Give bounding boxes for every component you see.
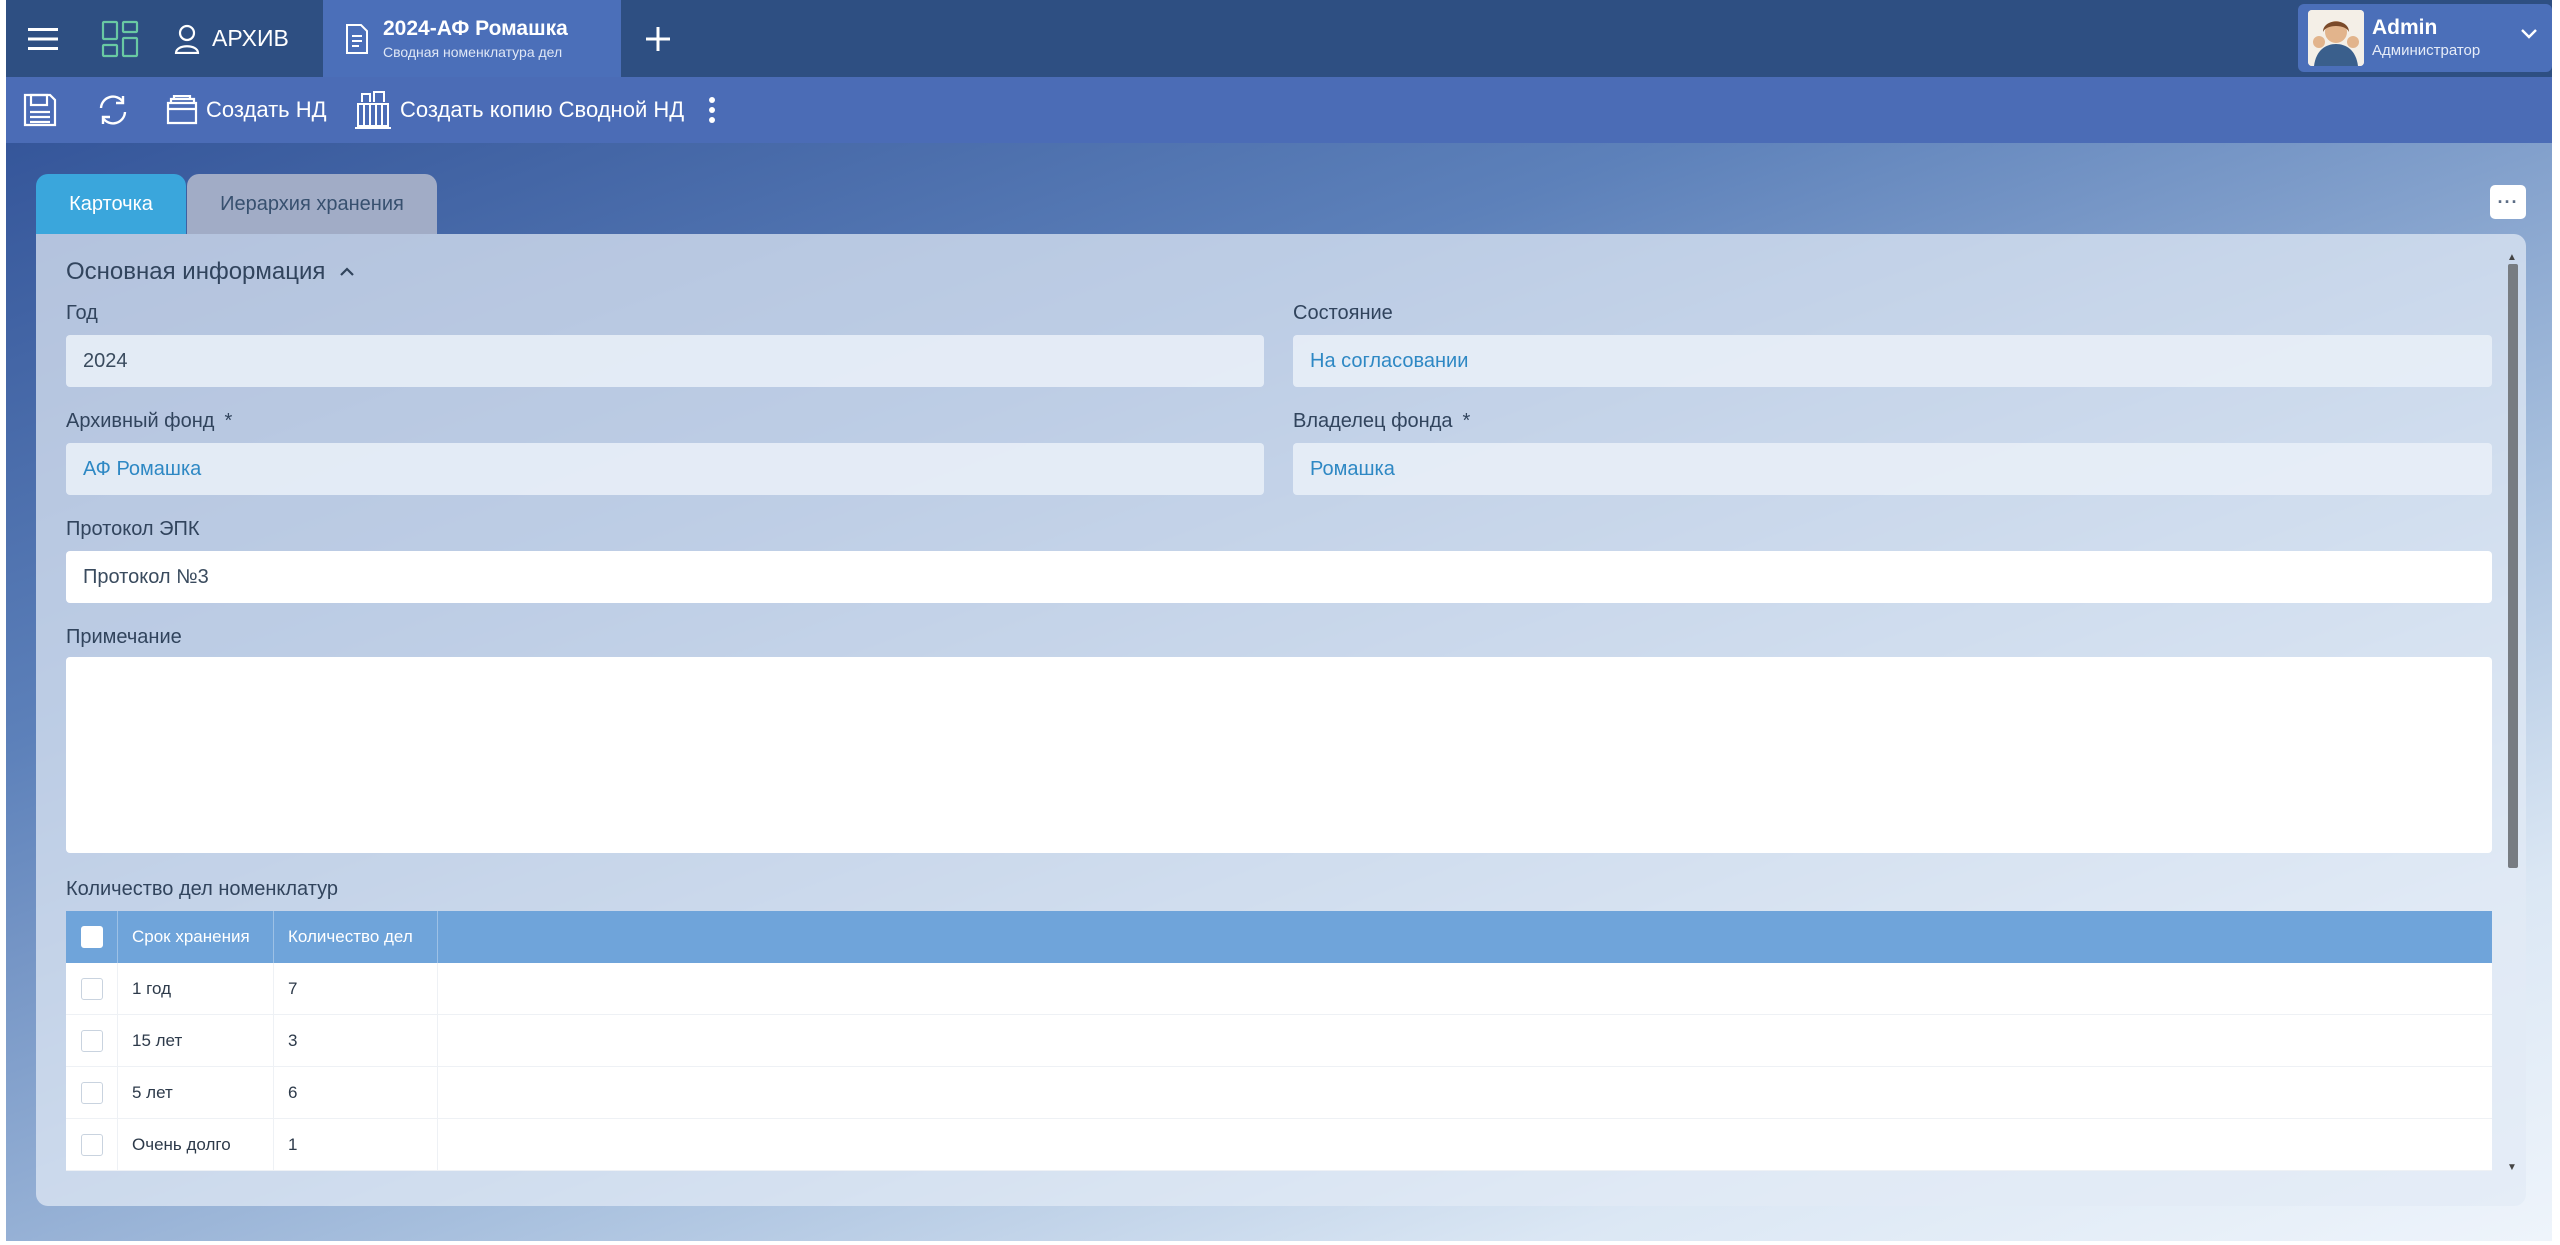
protocol-field[interactable]: Протокол №3 [66, 551, 2492, 603]
required-mark: * [224, 410, 233, 432]
user-name: Admin [2372, 16, 2438, 39]
row-checkbox[interactable] [80, 1133, 103, 1156]
select-all-cell [66, 911, 118, 963]
menu-icon[interactable] [22, 0, 64, 77]
owner-label-wrap: Владелец фонда * [1293, 410, 1470, 433]
note-textarea[interactable] [66, 657, 2492, 853]
archive-button[interactable]: АРХИВ [174, 0, 289, 77]
refresh-button[interactable] [96, 77, 130, 143]
scrollbar-thumb[interactable] [2508, 264, 2518, 868]
user-role: Администратор [2372, 42, 2481, 59]
row-select-cell [66, 963, 118, 1014]
cell-period: 15 лет [118, 1015, 274, 1066]
table-row[interactable]: 15 лет 3 [66, 1015, 2492, 1067]
year-field[interactable]: 2024 [66, 335, 1264, 387]
avatar [2308, 10, 2364, 66]
row-checkbox[interactable] [80, 1081, 103, 1104]
dashboard-icon[interactable] [94, 0, 146, 77]
document-tab-subtitle: Сводная номенклатура дел [383, 43, 563, 60]
save-icon [23, 93, 57, 127]
card-panel: Основная информация Год 2024 Состояние Н… [36, 234, 2526, 1206]
cell-period: 5 лет [118, 1067, 274, 1118]
state-label: Состояние [1293, 302, 1393, 324]
add-tab-icon[interactable] [634, 0, 682, 77]
column-header-period[interactable]: Срок хранения [118, 911, 274, 963]
owner-field[interactable]: Ромашка [1293, 443, 2492, 495]
table-row[interactable]: 5 лет 6 [66, 1067, 2492, 1119]
fund-label: Архивный фонд [66, 410, 215, 432]
required-mark: * [1462, 410, 1471, 432]
main-area: Карточка Иерархия хранения ··· Основная … [6, 143, 2552, 1241]
cell-period: Очень долго [118, 1119, 274, 1170]
save-button[interactable] [22, 77, 58, 143]
chevron-up-icon [340, 267, 355, 276]
scroll-down-arrow[interactable]: ▼ [2507, 1162, 2517, 1173]
row-checkbox[interactable] [80, 977, 103, 1000]
cell-count: 3 [274, 1015, 438, 1066]
user-menu[interactable]: Admin Администратор [2298, 4, 2552, 72]
document-icon [346, 23, 368, 54]
state-field[interactable]: На согласовании [1293, 335, 2492, 387]
column-header-count[interactable]: Количество дел [274, 911, 438, 963]
tab-card[interactable]: Карточка [36, 174, 186, 234]
protocol-label: Протокол ЭПК [66, 518, 200, 540]
refresh-icon [99, 95, 127, 125]
archive-label: АРХИВ [212, 25, 289, 51]
top-bar: АРХИВ 2024-АФ Ромашка Сводная номенклату… [0, 0, 2560, 77]
row-select-cell [66, 1119, 118, 1170]
fund-label-wrap: Архивный фонд * [66, 410, 232, 433]
year-label: Год [66, 302, 98, 324]
select-all-checkbox[interactable] [80, 926, 103, 948]
row-checkbox[interactable] [80, 1029, 103, 1052]
create-nd-button[interactable]: Создать НД [166, 77, 327, 143]
create-copy-button[interactable]: Создать копию Сводной НД [354, 77, 684, 143]
cell-period: 1 год [118, 963, 274, 1014]
panel-options-button[interactable]: ··· [2490, 185, 2526, 219]
nomenclature-table: Срок хранения Количество дел 1 год 7 15 … [66, 911, 2492, 1171]
table-header: Срок хранения Количество дел [66, 911, 2492, 963]
copy-archive-icon [355, 91, 391, 129]
cell-count: 6 [274, 1067, 438, 1118]
section-title: Основная информация [66, 258, 326, 285]
folder-icon [166, 95, 198, 125]
more-actions-icon[interactable] [708, 77, 716, 143]
scroll-up-arrow[interactable]: ▲ [2507, 252, 2517, 263]
create-copy-label: Создать копию Сводной НД [400, 97, 685, 122]
user-icon [174, 24, 200, 54]
table-title: Количество дел номенклатур [66, 878, 339, 900]
create-nd-label: Создать НД [206, 97, 327, 122]
owner-label: Владелец фонда [1293, 410, 1453, 432]
fund-field[interactable]: АФ Ромашка [66, 443, 1264, 495]
chevron-down-icon [2521, 29, 2537, 39]
note-label: Примечание [66, 626, 182, 648]
tab-hierarchy[interactable]: Иерархия хранения [187, 174, 437, 234]
table-row[interactable]: Очень долго 1 [66, 1119, 2492, 1171]
section-header[interactable]: Основная информация [66, 258, 355, 286]
document-tab[interactable]: 2024-АФ Ромашка Сводная номенклатура дел [323, 0, 621, 77]
cell-count: 7 [274, 963, 438, 1014]
table-row[interactable]: 1 год 7 [66, 963, 2492, 1015]
row-select-cell [66, 1015, 118, 1066]
row-select-cell [66, 1067, 118, 1118]
cell-count: 1 [274, 1119, 438, 1170]
document-tab-title: 2024-АФ Ромашка [383, 16, 568, 40]
toolbar: Создать НД Создать копию Сводной НД [6, 77, 2552, 143]
